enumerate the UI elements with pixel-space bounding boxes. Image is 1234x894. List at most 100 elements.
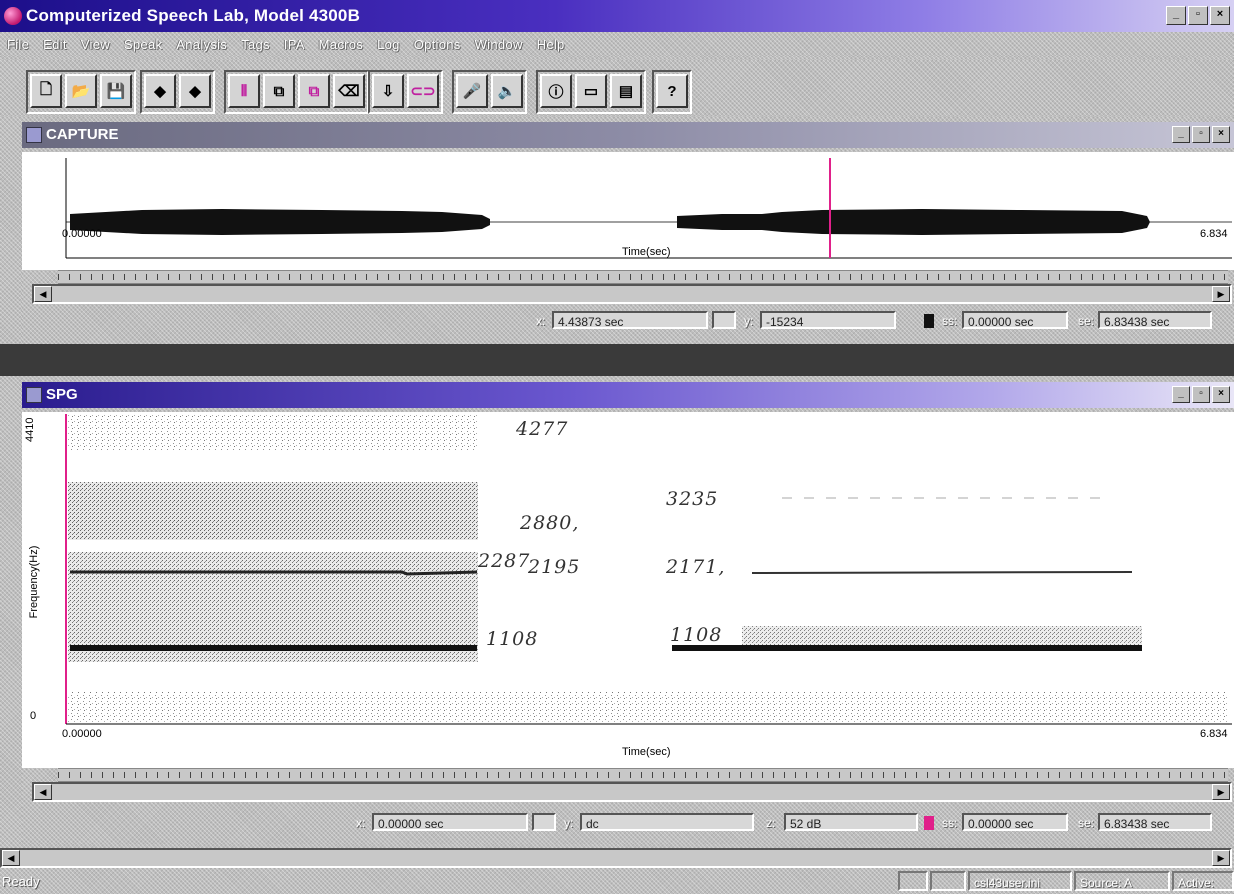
menu-help[interactable]: Help [530,37,572,52]
menu-macros[interactable]: Macros [312,37,370,52]
menu-speak[interactable]: Speak [117,37,169,52]
status-panel-2 [930,871,966,891]
close-button[interactable]: × [1210,6,1230,25]
spg-scroll-right-button[interactable]: ▶ [1212,784,1230,800]
menu-tags[interactable]: Tags [234,37,277,52]
toolbar-group-nav: ◆ ◆ [140,70,215,114]
spg-status-row: x: 0.00000 sec y: dc z: 52 dB ss: 0.0000… [22,810,1234,836]
capture-x-field: 4.43873 sec [552,311,708,329]
status-ini: csl43user.ini [968,871,1072,891]
waveform-segment-1 [70,209,490,235]
toolbar-group-audio: 🎤 🔈 [452,70,527,114]
main-scroll-right-button[interactable]: ▶ [1212,850,1230,866]
capture-window-controls: _ ▫ × [1172,126,1230,143]
status-source: Source: A [1074,871,1170,891]
eraser-icon[interactable]: ⌫ [333,74,365,108]
main-scroll-left-button[interactable]: ◀ [2,850,20,866]
capture-maximize-button[interactable]: ▫ [1192,126,1210,143]
capture-spacer-field [712,311,736,329]
spg-close-button[interactable]: × [1212,386,1230,403]
capture-minimize-button[interactable]: _ [1172,126,1190,143]
mdi-background-band [0,344,1234,376]
window-icon[interactable]: ▭ [575,74,607,108]
capture-close-button[interactable]: × [1212,126,1230,143]
capture-hscrollbar[interactable]: ◀ ▶ [32,284,1232,304]
capture-color-swatch [924,314,934,328]
new-file-icon[interactable]: 🗋 [30,74,62,108]
menu-file[interactable]: File [0,37,36,52]
spg-hscrollbar[interactable]: ◀ ▶ [32,782,1232,802]
capture-status-row: x: 4.43873 sec y: -15234 ss: 0.00000 sec… [22,308,1234,334]
info-icon[interactable]: ⓘ [540,74,572,108]
spg-band-right [742,626,1142,648]
spg-window-controls: _ ▫ × [1172,386,1230,403]
arrow-left-icon[interactable]: ◆ [144,74,176,108]
capture-window: CAPTURE _ ▫ × 0.00000 6.834 Time(sec) ◀ … [22,122,1234,344]
status-bar: Ready csl43user.ini Source: A Active: [0,868,1234,894]
minimize-button[interactable]: _ [1166,6,1186,25]
capture-x-start-label: 0.00000 [62,228,102,240]
spg-plot-area[interactable]: 4277 3235 2880, 2287 2195 2171, 1108 110… [22,412,1234,768]
spg-title: SPG [46,386,78,403]
menu-edit[interactable]: Edit [36,37,74,52]
open-folder-icon[interactable]: 📂 [65,74,97,108]
spg-y-max-label: 4410 [24,417,36,442]
select-range-icon[interactable]: ⦀ [228,74,260,108]
microphone-icon[interactable]: 🎤 [456,74,488,108]
speaker-icon[interactable]: 🔈 [491,74,523,108]
capture-scroll-left-button[interactable]: ◀ [34,286,52,302]
app-title: Computerized Speech Lab, Model 4300B [26,6,361,25]
menu-window[interactable]: Window [468,37,530,52]
spg-z-field: 52 dB [784,813,918,831]
spg-time-ruler[interactable] [58,768,1228,782]
app-icon[interactable] [4,7,22,25]
capture-ss-field: 0.00000 sec [962,311,1068,329]
spg-x-axis-label: Time(sec) [622,746,671,758]
arrow-right-icon[interactable]: ◆ [179,74,211,108]
maximize-button[interactable]: ▫ [1188,6,1208,25]
spg-ss-label: ss: [942,816,958,830]
spg-noise-top [68,414,478,450]
spg-window-icon[interactable] [26,387,42,403]
capture-scroll-right-button[interactable]: ▶ [1212,286,1230,302]
annotation-1108-right: 1108 [670,624,723,646]
main-hscrollbar[interactable]: ◀ ▶ [0,848,1232,868]
menu-log[interactable]: Log [370,37,407,52]
spg-maximize-button[interactable]: ▫ [1192,386,1210,403]
formant-f2-right [751,571,1133,574]
spg-spacer-field [532,813,556,831]
window-controls: _ ▫ × [1166,6,1230,25]
menu-analysis[interactable]: Analysis [169,37,234,52]
spg-z-label: z: [766,816,776,830]
toolbar: 🗋 📂 💾 ◆ ◆ ⦀ ⧉ ⧉ ⌫ ⇩ ⊂⊃ 🎤 🔈 ⓘ ▭ ▤ ? [0,60,1234,116]
annotation-2880: 2880, [520,512,580,534]
spg-minimize-button[interactable]: _ [1172,386,1190,403]
annotation-3235: 3235 [666,488,719,510]
down-arrow-icon[interactable]: ⇩ [372,74,404,108]
menu-view[interactable]: View [74,37,117,52]
link-icon[interactable]: ⊂⊃ [407,74,439,108]
paste-icon[interactable]: ⧉ [298,74,330,108]
capture-title-bar: CAPTURE _ ▫ × [22,122,1234,148]
toolbar-group-file: 🗋 📂 💾 [26,70,136,114]
status-ready: Ready [2,874,40,889]
spg-y-min-label: 0 [30,710,37,722]
spg-scroll-left-button[interactable]: ◀ [34,784,52,800]
menu-bar: File Edit View Speak Analysis Tags IPA M… [0,32,1234,56]
capture-se-field: 6.83438 sec [1098,311,1212,329]
toolbar-group-info: ⓘ ▭ ▤ [536,70,646,114]
menu-ipa[interactable]: IPA [277,37,312,52]
spg-x-start-label: 0.00000 [62,728,102,740]
save-disk-icon[interactable]: 💾 [100,74,132,108]
panel-icon[interactable]: ▤ [610,74,642,108]
help-icon[interactable]: ? [656,74,688,108]
capture-ss-label: ss: [942,314,958,328]
menu-options[interactable]: Options [407,37,468,52]
spg-band-upper [68,482,478,540]
capture-plot-area[interactable]: 0.00000 6.834 Time(sec) [22,152,1234,270]
capture-time-ruler[interactable] [58,270,1228,284]
copy-icon[interactable]: ⧉ [263,74,295,108]
capture-window-icon[interactable] [26,127,42,143]
toolbar-group-help: ? [652,70,692,114]
app-title-bar: Computerized Speech Lab, Model 4300B _ ▫… [0,0,1234,32]
